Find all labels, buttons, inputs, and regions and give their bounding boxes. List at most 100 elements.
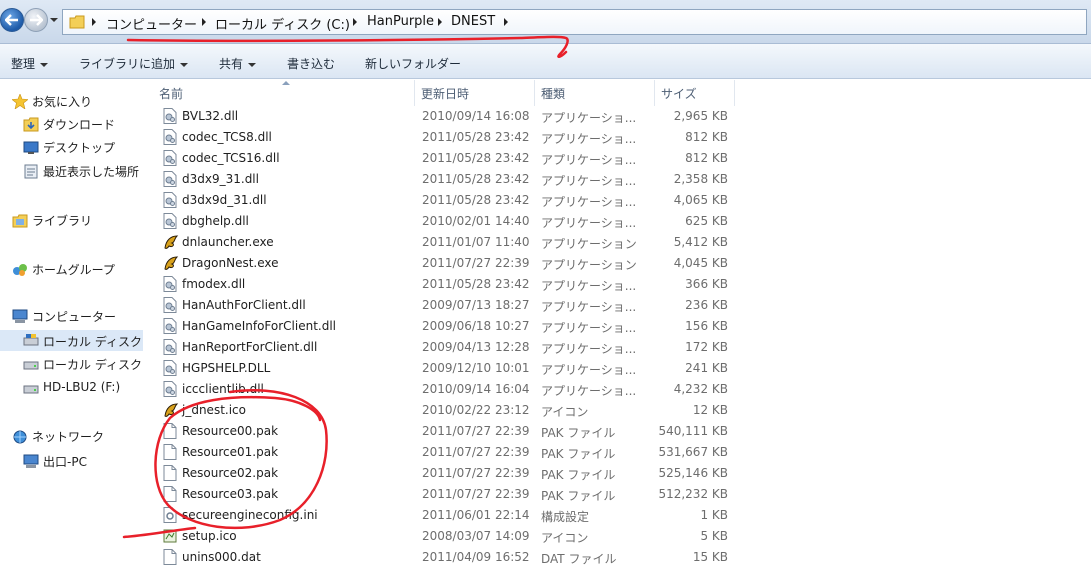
table-row[interactable]: DragonNest.exe 2011/07/27 22:39 アプリケーション 4,…: [153, 253, 1091, 274]
pane-divider[interactable]: [143, 80, 153, 580]
share-button[interactable]: 共有: [219, 55, 257, 72]
breadcrumb-item-hanpurple[interactable]: HanPurple: [367, 14, 434, 29]
breadcrumb[interactable]: コンピューター ローカル ディスク (C:) HanPurple DNEST: [62, 9, 1087, 35]
column-header-date[interactable]: 更新日時: [415, 80, 535, 106]
back-button[interactable]: [0, 8, 24, 32]
file-name: d3dx9d_31.dll: [182, 193, 267, 207]
table-row[interactable]: secureengineconfig.ini 2011/06/01 22:14 構成…: [153, 505, 1091, 526]
homegroup-icon: [13, 264, 27, 276]
table-row[interactable]: HanGameInfoForClient.dll 2009/06/18 10:27…: [153, 316, 1091, 337]
table-row[interactable]: codec_TCS16.dll 2011/05/28 23:42 アプリケーショ..…: [153, 148, 1091, 169]
file-type: DAT ファイル: [541, 552, 617, 566]
table-row[interactable]: Resource02.pak 2011/07/27 22:39 PAK ファイル 52…: [153, 463, 1091, 484]
drive-icon: [23, 361, 39, 370]
file-size: 236 KB: [685, 298, 728, 312]
file-name: HanReportForClient.dll: [182, 340, 318, 354]
new-folder-button[interactable]: 新しいフォルダー: [365, 55, 461, 72]
breadcrumb-separator-icon[interactable]: [92, 18, 96, 26]
address-bar-area: コンピューター ローカル ディスク (C:) HanPurple DNEST: [0, 0, 1091, 44]
dll-icon: [163, 108, 177, 124]
sidebar-item-favorites[interactable]: お気に入り: [12, 93, 142, 110]
column-header-size[interactable]: サイズ: [655, 80, 735, 106]
sidebar-item-local-disk-2[interactable]: ローカル ディスク: [23, 356, 143, 373]
back-arrow-icon: [5, 14, 18, 26]
sidebar-label: ローカル ディスク: [43, 358, 142, 372]
column-header-type[interactable]: 種類: [535, 80, 655, 106]
file-size: 525,146 KB: [658, 466, 728, 480]
sidebar-item-desktop[interactable]: デスクトップ: [23, 139, 143, 156]
breadcrumb-item-computer[interactable]: コンピューター: [106, 14, 197, 33]
sidebar-item-recent[interactable]: 最近表示した場所: [23, 163, 143, 180]
ini-icon: [163, 507, 177, 523]
file-type: アプリケーショ...: [541, 174, 637, 188]
add-to-library-button[interactable]: ライブラリに追加: [79, 55, 189, 72]
dll-icon: [163, 318, 177, 334]
burn-button[interactable]: 書き込む: [287, 55, 335, 72]
file-size: 540,111 KB: [658, 424, 728, 438]
table-row[interactable]: unins000.dat 2011/04/09 16:52 DAT ファイル 15 K…: [153, 547, 1091, 568]
table-row[interactable]: d3dx9_31.dll 2011/05/28 23:42 アプリケーショ... 2,…: [153, 169, 1091, 190]
sidebar-item-network[interactable]: ネットワーク: [12, 428, 142, 445]
file-date: 2011/01/07 11:40: [422, 235, 530, 249]
table-row[interactable]: Resource00.pak 2011/07/27 22:39 PAK ファイル 54…: [153, 421, 1091, 442]
table-row[interactable]: Resource01.pak 2011/07/27 22:39 PAK ファイル 53…: [153, 442, 1091, 463]
file-name: fmodex.dll: [182, 277, 246, 291]
sidebar-item-local-disk-c[interactable]: ローカル ディスク: [0, 330, 143, 351]
table-row[interactable]: fmodex.dll 2011/05/28 23:42 アプリケーショ... 366 …: [153, 274, 1091, 295]
table-row[interactable]: codec_TCS8.dll 2011/05/28 23:42 アプリケーショ...…: [153, 127, 1091, 148]
table-row[interactable]: j_dnest.ico 2010/02/22 23:12 アイコン 12 KB: [153, 400, 1091, 421]
breadcrumb-item-dnest[interactable]: DNEST: [451, 14, 495, 29]
breadcrumb-separator-icon[interactable]: [504, 18, 508, 26]
computer-icon: [12, 309, 28, 323]
breadcrumb-separator-icon[interactable]: [438, 18, 442, 26]
table-row[interactable]: dnlauncher.exe 2011/01/07 11:40 アプリケーション 5,…: [153, 232, 1091, 253]
file-date: 2009/07/13 18:27: [422, 298, 530, 312]
table-row[interactable]: HanAuthForClient.dll 2009/07/13 18:27 アプリケ…: [153, 295, 1091, 316]
file-name: Resource02.pak: [182, 466, 279, 480]
table-row[interactable]: BVL32.dll 2010/09/14 16:08 アプリケーショ... 2,965…: [153, 106, 1091, 127]
sidebar-item-downloads[interactable]: ダウンロード: [23, 116, 143, 133]
dll-icon: [163, 360, 177, 376]
sidebar-label: HD-LBU2 (F:): [43, 380, 121, 394]
file-date: 2011/07/27 22:39: [422, 487, 530, 501]
breadcrumb-separator-icon[interactable]: [202, 18, 206, 26]
file-name: d3dx9_31.dll: [182, 172, 259, 186]
organize-label: 整理: [11, 57, 36, 71]
sidebar-item-hd-lbu2[interactable]: HD-LBU2 (F:): [23, 380, 143, 397]
file-size: 241 KB: [685, 361, 728, 375]
sidebar-label: 最近表示した場所: [43, 165, 140, 179]
file-size: 2,358 KB: [673, 172, 728, 186]
file-size: 1 KB: [700, 508, 728, 522]
sidebar-label: ライブラリ: [32, 214, 93, 228]
column-header-name[interactable]: 名前: [153, 80, 415, 106]
sidebar-item-homegroup[interactable]: ホームグループ: [12, 261, 142, 278]
chevron-down-icon: [248, 62, 257, 67]
sidebar-item-pc[interactable]: 出口-PC: [23, 453, 143, 470]
table-row[interactable]: HGPSHELP.DLL 2009/12/10 10:01 アプリケーショ... 24…: [153, 358, 1091, 379]
table-row[interactable]: setup.ico 2008/03/07 14:09 アイコン 5 KB: [153, 526, 1091, 547]
dragon-icon: [163, 255, 179, 271]
history-dropdown-icon[interactable]: [50, 16, 58, 24]
table-row[interactable]: dbghelp.dll 2010/02/01 14:40 アプリケーショ... 625…: [153, 211, 1091, 232]
file-type: アイコン: [541, 405, 589, 419]
file-size: 4,232 KB: [673, 382, 728, 396]
table-row[interactable]: HanReportForClient.dll 2009/04/13 12:28 アプ…: [153, 337, 1091, 358]
table-row[interactable]: iccclientlib.dll 2010/09/14 16:04 アプリケーショ.…: [153, 379, 1091, 400]
recent-places-icon: [24, 164, 38, 179]
file-date: 2010/09/14 16:04: [422, 382, 530, 396]
forward-button[interactable]: [24, 8, 48, 32]
breadcrumb-separator-icon[interactable]: [353, 18, 357, 26]
file-icon: [163, 486, 177, 502]
sidebar-item-libraries[interactable]: ライブラリ: [12, 212, 142, 229]
sidebar-item-computer[interactable]: コンピューター: [12, 308, 142, 325]
table-row[interactable]: Resource03.pak 2011/07/27 22:39 PAK ファイル 51…: [153, 484, 1091, 505]
breadcrumb-item-local-disk[interactable]: ローカル ディスク (C:): [215, 14, 350, 33]
table-row[interactable]: d3dx9d_31.dll 2011/05/28 23:42 アプリケーショ... 4…: [153, 190, 1091, 211]
file-name: dbghelp.dll: [182, 214, 249, 228]
file-type: アプリケーショ...: [541, 321, 637, 335]
organize-button[interactable]: 整理: [11, 55, 49, 72]
file-size: 4,045 KB: [673, 256, 728, 270]
file-size: 531,667 KB: [658, 445, 728, 459]
file-size: 366 KB: [685, 277, 728, 291]
file-type: アプリケーショ...: [541, 384, 637, 398]
